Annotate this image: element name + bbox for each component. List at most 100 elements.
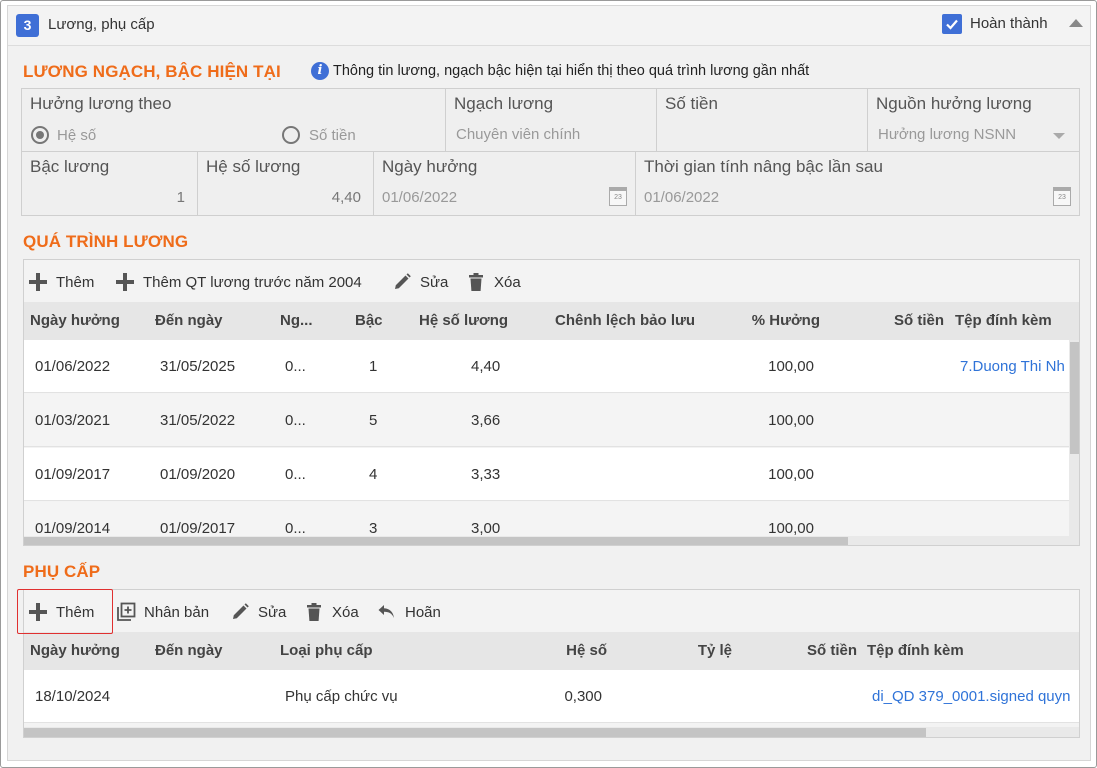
col-attachment[interactable]: Tệp đính kèm xyxy=(955,312,1052,329)
col-end-date[interactable]: Đến ngày xyxy=(155,312,223,329)
next-raise-date-value: 01/06/2022 xyxy=(644,189,720,206)
edit-allowance-button[interactable]: Sửa xyxy=(230,602,286,622)
current-salary-info-text: Thông tin lương, ngạch bậc hiện tại hiển… xyxy=(333,63,810,79)
horizontal-scrollbar[interactable] xyxy=(24,727,1079,737)
cell-step: 4 xyxy=(369,466,378,483)
cell-start-date: 01/09/2017 xyxy=(35,466,111,483)
amount-label: Số tiền xyxy=(665,94,718,113)
dropdown-arrow-icon[interactable] xyxy=(1053,133,1065,139)
panel-header[interactable]: 3 Lương, phụ cấp Hoàn thành xyxy=(8,6,1090,46)
trash-icon xyxy=(307,603,321,621)
plus-icon xyxy=(115,272,135,292)
undo-button[interactable]: Hoãn xyxy=(377,602,441,622)
salary-step-value: 1 xyxy=(176,189,185,206)
add-before-2004-button[interactable]: Thêm QT lương trước năm 2004 xyxy=(115,272,362,292)
allowance-toolbar: Thêm Nhân bản Sửa Xóa Hoãn xyxy=(24,590,1079,630)
col-attachment[interactable]: Tệp đính kèm xyxy=(867,642,964,659)
calendar-icon[interactable]: 23 xyxy=(609,187,627,206)
col-start-date[interactable]: Ngày hưởng xyxy=(30,642,120,659)
undo-label: Hoãn xyxy=(405,603,441,621)
col-coefficient[interactable]: Hệ số lương xyxy=(419,312,508,329)
cell-percent: 100,00 xyxy=(768,520,814,537)
table-row[interactable]: 18/10/2024 Phụ cấp chức vụ 0,300 di_QD 3… xyxy=(24,670,1079,723)
delete-allowance-button[interactable]: Xóa xyxy=(304,602,359,622)
salary-source-value: Hưởng lương NSNN xyxy=(878,126,1017,143)
cell-grade: 0... xyxy=(285,358,306,375)
cell-start-date: 01/03/2021 xyxy=(35,412,111,429)
collapse-arrow-icon[interactable] xyxy=(1069,19,1083,27)
col-allowance-type[interactable]: Loại phụ cấp xyxy=(280,642,373,659)
edit-label: Sửa xyxy=(420,273,449,291)
salary-basis-label: Hưởng lương theo xyxy=(30,94,172,113)
horizontal-scrollbar[interactable] xyxy=(24,536,1079,545)
salary-coefficient-field[interactable]: Hệ số lương 4,40 xyxy=(198,152,374,216)
delete-label: Xóa xyxy=(332,603,359,621)
cell-grade: 0... xyxy=(285,520,306,537)
radio-coefficient-label[interactable]: Hệ số xyxy=(57,127,96,144)
cell-end-date: 31/05/2022 xyxy=(160,412,236,429)
col-start-date[interactable]: Ngày hưởng xyxy=(30,312,120,329)
trash-icon xyxy=(469,273,483,291)
grade-value: Chuyên viên chính xyxy=(456,126,581,143)
next-raise-date-label: Thời gian tính nâng bậc lần sau xyxy=(644,157,883,176)
radio-amount[interactable] xyxy=(282,126,300,144)
add-button[interactable]: Thêm xyxy=(28,272,94,292)
cell-grade: 0... xyxy=(285,412,306,429)
done-label[interactable]: Hoàn thành xyxy=(970,15,1048,32)
col-reserved-diff[interactable]: Chênh lệch bảo lưu xyxy=(555,312,695,329)
grade-field[interactable]: Ngạch lương Chuyên viên chính xyxy=(446,89,657,152)
cell-coefficient: 3,66 xyxy=(471,412,501,429)
col-grade[interactable]: Ng... xyxy=(280,312,313,329)
delete-button[interactable]: Xóa xyxy=(466,272,521,292)
amount-field[interactable]: Số tiền xyxy=(657,89,868,152)
duplicate-button[interactable]: Nhân bản xyxy=(116,602,209,622)
start-date-value: 01/06/2022 xyxy=(382,189,458,206)
edit-button[interactable]: Sửa xyxy=(392,272,448,292)
salary-source-label: Nguồn hưởng lương xyxy=(876,94,1032,113)
add-before-2004-label: Thêm QT lương trước năm 2004 xyxy=(143,273,362,291)
cell-step: 3 xyxy=(369,520,378,537)
vertical-scrollbar[interactable] xyxy=(1069,340,1079,536)
vertical-scroll-thumb[interactable] xyxy=(1070,342,1079,454)
col-end-date[interactable]: Đến ngày xyxy=(155,642,223,659)
salary-coefficient-label: Hệ số lương xyxy=(206,157,301,176)
cell-start-date: 01/09/2014 xyxy=(35,520,111,537)
salary-history-grid: Thêm Thêm QT lương trước năm 2004 Sửa Xó… xyxy=(23,259,1080,546)
done-checkbox[interactable] xyxy=(942,14,962,34)
horizontal-scroll-thumb[interactable] xyxy=(24,537,848,545)
start-date-label: Ngày hưởng xyxy=(382,157,478,176)
col-percent[interactable]: % Hưởng xyxy=(724,312,820,329)
cell-end-date: 31/05/2025 xyxy=(160,358,236,375)
table-row[interactable]: 01/03/2021 31/05/2022 0... 5 3,66 100,00 xyxy=(24,394,1079,447)
col-amount[interactable]: Số tiền xyxy=(754,642,857,659)
col-amount[interactable]: Số tiền xyxy=(844,312,944,329)
next-raise-date-field[interactable]: Thời gian tính nâng bậc lần sau 01/06/20… xyxy=(636,152,1079,216)
cell-step: 1 xyxy=(369,358,378,375)
salary-source-field[interactable]: Nguồn hưởng lương Hưởng lương NSNN xyxy=(868,89,1079,152)
salary-history-toolbar: Thêm Thêm QT lương trước năm 2004 Sửa Xó… xyxy=(24,260,1079,300)
start-date-field[interactable]: Ngày hưởng 01/06/2022 23 xyxy=(374,152,636,216)
edit-label: Sửa xyxy=(258,603,287,621)
cell-percent: 100,00 xyxy=(768,466,814,483)
table-row[interactable]: 01/06/2022 31/05/2025 0... 1 4,40 100,00… xyxy=(24,340,1079,393)
calendar-icon[interactable]: 23 xyxy=(1053,187,1071,206)
col-ratio[interactable]: Tỷ lệ xyxy=(634,642,732,659)
horizontal-scroll-thumb[interactable] xyxy=(24,728,926,737)
salary-step-field[interactable]: Bậc lương 1 xyxy=(22,152,198,216)
attachment-link[interactable]: di_QD 379_0001.signed quyn xyxy=(872,688,1071,705)
col-step[interactable]: Bậc xyxy=(355,312,383,329)
attachment-link[interactable]: 7.Duong Thi Nh xyxy=(960,358,1065,375)
radio-amount-label[interactable]: Số tiền xyxy=(309,127,356,144)
salary-basis-field: Hưởng lương theo Hệ số Số tiền xyxy=(22,89,446,152)
cell-allowance-type: Phụ cấp chức vụ xyxy=(285,688,398,705)
duplicate-label: Nhân bản xyxy=(144,603,210,621)
cell-coefficient: 3,33 xyxy=(471,466,501,483)
current-salary-form: Hưởng lương theo Hệ số Số tiền Ngạch lươ… xyxy=(21,88,1080,216)
grade-label: Ngạch lương xyxy=(454,94,554,113)
radio-coefficient[interactable] xyxy=(31,126,49,144)
table-row[interactable]: 01/09/2017 01/09/2020 0... 4 3,33 100,00 xyxy=(24,448,1079,501)
cell-start-date: 01/06/2022 xyxy=(35,358,111,375)
cell-end-date: 01/09/2017 xyxy=(160,520,236,537)
col-coefficient[interactable]: Hệ số xyxy=(504,642,607,659)
pencil-icon xyxy=(233,603,249,619)
